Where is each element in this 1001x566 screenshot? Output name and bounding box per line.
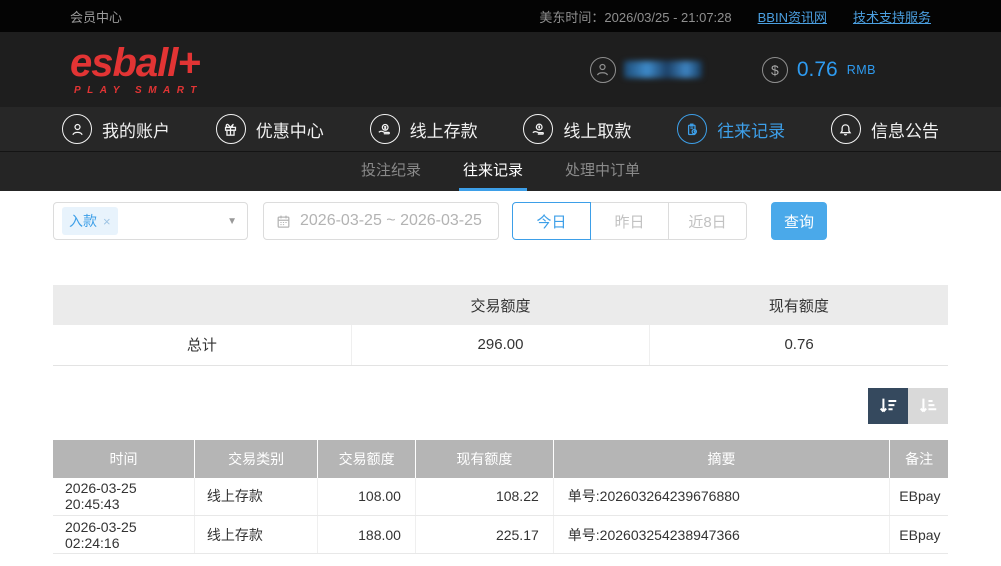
cell-amount: 188.00 bbox=[317, 515, 416, 554]
calendar-icon bbox=[276, 214, 291, 229]
type-tag-label: 入款 bbox=[69, 213, 97, 229]
cell-time: 2026-03-25 20:45:43 bbox=[53, 477, 195, 516]
withdraw-icon bbox=[523, 114, 554, 144]
tab-transaction-records[interactable]: 往来记录 bbox=[458, 150, 527, 191]
logo-wordmark: esball+ bbox=[70, 41, 201, 85]
tag-remove-icon[interactable]: × bbox=[103, 214, 111, 229]
records-header-row: 时间 交易类别 交易额度 现有额度 摘要 备注 bbox=[53, 439, 948, 478]
nav-item-promotions[interactable]: 优惠中心 bbox=[215, 114, 324, 144]
filter-row: 入款 × ▼ 2026-03-25 ~ 2026-03-25 今日 昨日 近8日… bbox=[53, 202, 948, 240]
tab-betting-records[interactable]: 投注纪录 bbox=[357, 150, 425, 191]
header-balance: 现有额度 bbox=[415, 439, 554, 478]
type-tag: 入款 × bbox=[62, 207, 118, 235]
date-range-picker[interactable]: 2026-03-25 ~ 2026-03-25 bbox=[263, 202, 499, 240]
balance-value: 0.76 bbox=[796, 57, 838, 81]
sort-descending-button[interactable] bbox=[868, 387, 908, 424]
yesterday-button[interactable]: 昨日 bbox=[590, 202, 669, 240]
dollar-coin-icon: $ bbox=[761, 56, 788, 83]
quick-date-button-group: 今日 昨日 近8日 bbox=[512, 202, 747, 240]
table-row: 2026-03-25 02:24:16 线上存款 188.00 225.17 单… bbox=[53, 515, 948, 554]
header-time: 时间 bbox=[53, 439, 195, 478]
cell-type: 线上存款 bbox=[193, 515, 318, 554]
nav-label: 优惠中心 bbox=[255, 121, 324, 141]
nav-label: 线上取款 bbox=[563, 121, 632, 141]
cell-amount: 108.00 bbox=[317, 477, 416, 516]
last-8-days-button[interactable]: 近8日 bbox=[668, 202, 747, 240]
summary-total-balance: 0.76 bbox=[649, 325, 948, 366]
deposit-icon bbox=[369, 114, 400, 144]
nav-label: 我的账户 bbox=[102, 121, 170, 141]
summary-header-empty bbox=[53, 285, 352, 325]
user-icon bbox=[62, 114, 92, 144]
nav-label: 线上存款 bbox=[409, 121, 478, 141]
nav-label: 往来记录 bbox=[717, 121, 786, 141]
summary-header-amount: 交易额度 bbox=[351, 285, 650, 325]
header-summary: 摘要 bbox=[553, 439, 891, 478]
sort-controls bbox=[53, 387, 948, 424]
header-remark: 备注 bbox=[889, 439, 948, 478]
esball-logo[interactable]: esball+ PLAY SMART bbox=[70, 43, 203, 96]
nav-item-records[interactable]: 往来记录 bbox=[677, 114, 785, 144]
summary-total-row: 总计 296.00 0.76 bbox=[53, 325, 948, 366]
cell-balance: 225.17 bbox=[414, 515, 554, 554]
brand-bar: esball+ PLAY SMART $ 0.76 RMB bbox=[0, 32, 1001, 107]
summary-total-label: 总计 bbox=[53, 325, 352, 366]
transaction-type-select[interactable]: 入款 × ▼ bbox=[53, 202, 248, 240]
logo-tagline: PLAY SMART bbox=[74, 85, 203, 96]
table-row: 2026-03-25 20:45:43 线上存款 108.00 108.22 单… bbox=[53, 477, 948, 516]
cell-balance: 108.22 bbox=[414, 477, 554, 516]
eastern-time-label: 美东时间：2026/03/25 - 21:07:28 bbox=[539, 9, 732, 25]
date-range-value: 2026-03-25 ~ 2026-03-25 bbox=[300, 212, 482, 229]
cell-type: 线上存款 bbox=[193, 477, 318, 516]
cell-remark: EBpay bbox=[889, 477, 948, 516]
tab-processing-orders[interactable]: 处理中订单 bbox=[561, 150, 644, 191]
masked-username bbox=[623, 61, 702, 78]
main-navigation: 我的账户 优惠中心 线上存款 线上取款 往来记录 信息公告 bbox=[0, 107, 1001, 151]
tech-support-link[interactable]: 技术支持服务 bbox=[853, 7, 931, 26]
summary-table: 交易额度 现有额度 总计 296.00 0.76 bbox=[53, 285, 948, 366]
user-icon bbox=[589, 56, 616, 83]
today-button[interactable]: 今日 bbox=[512, 202, 591, 240]
search-button[interactable]: 查询 bbox=[771, 202, 827, 240]
nav-item-deposit[interactable]: 线上存款 bbox=[369, 114, 478, 144]
nav-label: 信息公告 bbox=[870, 121, 939, 141]
cell-summary: 单号:202603264239676880 bbox=[552, 477, 890, 516]
content-area: 入款 × ▼ 2026-03-25 ~ 2026-03-25 今日 昨日 近8日… bbox=[0, 191, 1001, 554]
bell-icon bbox=[830, 114, 861, 144]
member-center-label: 会员中心 bbox=[70, 9, 123, 25]
cell-remark: EBpay bbox=[889, 515, 948, 554]
cell-time: 2026-03-25 02:24:16 bbox=[53, 515, 195, 554]
balance-chip[interactable]: $ 0.76 RMB bbox=[761, 56, 876, 83]
nav-item-withdraw[interactable]: 线上取款 bbox=[523, 114, 631, 144]
summary-header-balance: 现有额度 bbox=[649, 285, 948, 325]
nav-item-announcements[interactable]: 信息公告 bbox=[830, 114, 939, 144]
header-type: 交易类别 bbox=[194, 439, 319, 478]
top-utility-bar: 会员中心 美东时间：2026/03/25 - 21:07:28 BBIN资讯网 … bbox=[0, 0, 1001, 32]
cell-summary: 单号:202603254238947366 bbox=[552, 515, 890, 554]
records-table: 时间 交易类别 交易额度 现有额度 摘要 备注 2026-03-25 20:45… bbox=[53, 439, 948, 554]
nav-item-my-account[interactable]: 我的账户 bbox=[62, 114, 170, 144]
header-amount: 交易额度 bbox=[317, 439, 416, 478]
gift-icon bbox=[215, 114, 246, 144]
user-account-chip[interactable] bbox=[589, 56, 702, 83]
chevron-down-icon: ▼ bbox=[227, 215, 237, 227]
records-icon bbox=[677, 114, 708, 144]
bbin-news-link[interactable]: BBIN资讯网 bbox=[758, 7, 827, 26]
summary-header-row: 交易额度 现有额度 bbox=[53, 285, 948, 325]
sub-navigation: 投注纪录 往来记录 处理中订单 bbox=[0, 151, 1001, 191]
sort-ascending-button[interactable] bbox=[908, 387, 948, 424]
summary-total-amount: 296.00 bbox=[350, 325, 650, 366]
balance-currency: RMB bbox=[846, 62, 876, 77]
